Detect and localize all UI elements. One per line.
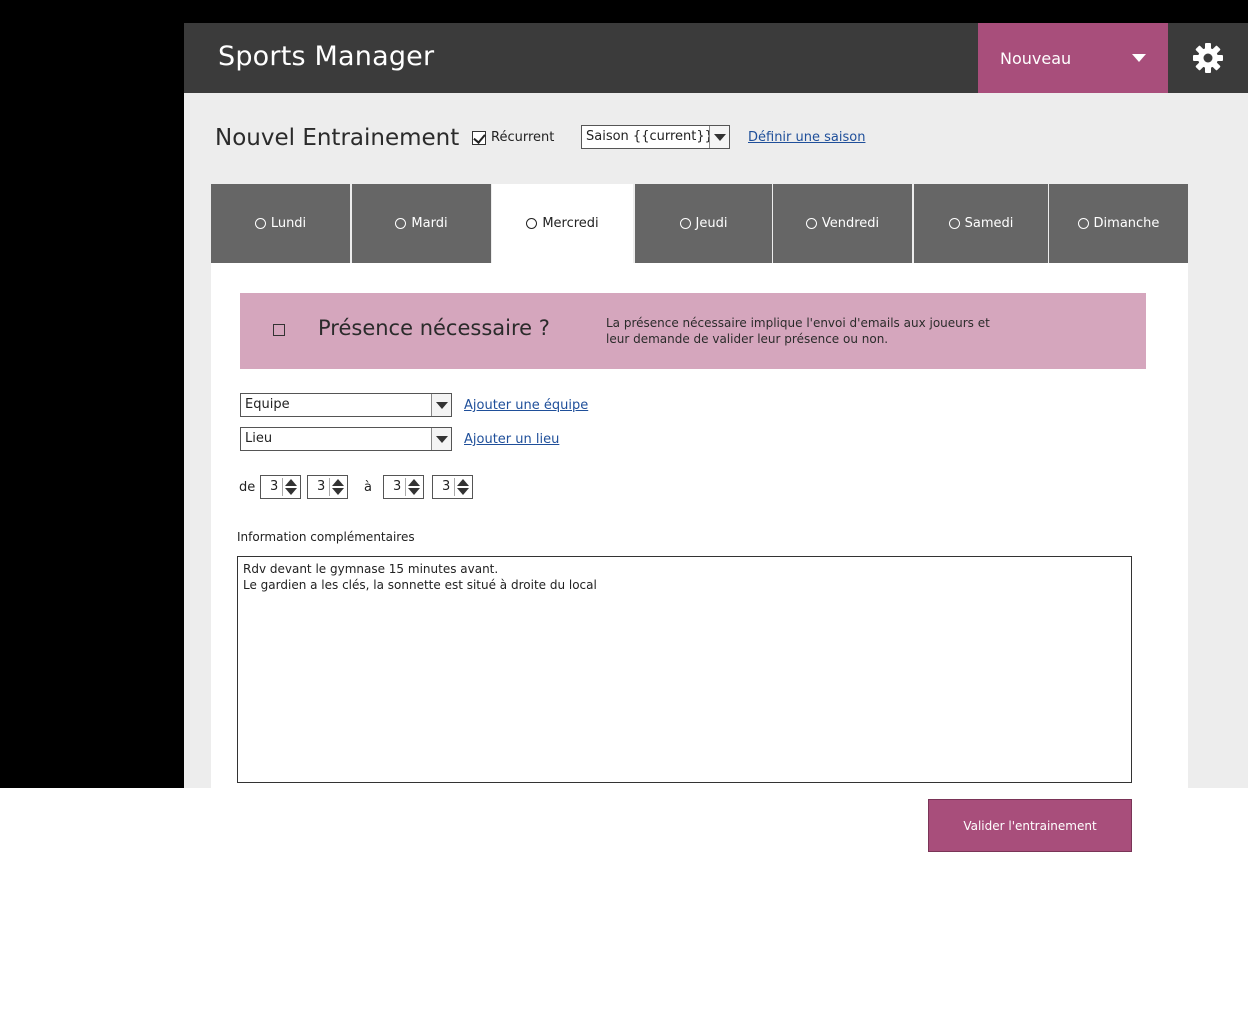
presence-checkbox[interactable]: [273, 324, 285, 336]
radio-icon[interactable]: [679, 218, 691, 229]
from-label: de: [239, 480, 256, 495]
info-textarea[interactable]: Rdv devant le gymnase 15 minutes avant. …: [237, 556, 1132, 783]
dropdown-arrow-icon[interactable]: [709, 126, 729, 148]
tab-label: Mercredi: [542, 216, 599, 231]
tab-vendredi[interactable]: Vendredi: [773, 184, 912, 263]
day-tabs: Lundi Mardi Mercredi Jeudi Vendredi Same…: [211, 184, 1188, 263]
info-label: Information complémentaires: [237, 530, 415, 544]
radio-icon[interactable]: [805, 218, 817, 229]
from-minute-stepper[interactable]: 3: [307, 475, 348, 499]
spinner-arrows-icon[interactable]: [454, 478, 470, 496]
stepper-value: 3: [442, 479, 451, 494]
spinner-arrows-icon[interactable]: [405, 478, 421, 496]
main-panel: Nouvel Entrainement Récurrent Saison {{c…: [184, 93, 1248, 788]
radio-icon[interactable]: [395, 218, 407, 229]
place-select-value: Lieu: [245, 431, 273, 446]
tab-label: Mardi: [411, 216, 448, 231]
to-minute-stepper[interactable]: 3: [432, 475, 473, 499]
radio-icon[interactable]: [254, 218, 266, 229]
team-select[interactable]: Equipe: [240, 393, 452, 417]
tab-label: Dimanche: [1093, 216, 1160, 231]
spinner-arrows-icon[interactable]: [329, 478, 345, 496]
from-hour-stepper[interactable]: 3: [260, 475, 301, 499]
tab-label: Vendredi: [821, 216, 880, 231]
tab-label: Samedi: [964, 216, 1014, 231]
stepper-value: 3: [270, 479, 279, 494]
recurrent-checkbox[interactable]: Récurrent: [472, 130, 554, 145]
recurrent-label: Récurrent: [491, 130, 555, 145]
define-season-link[interactable]: Définir une saison: [748, 130, 865, 145]
checkbox-checked-icon[interactable]: [472, 130, 486, 145]
new-dropdown-button[interactable]: Nouveau: [978, 23, 1168, 93]
spinner-arrows-icon[interactable]: [282, 478, 298, 496]
add-place-link[interactable]: Ajouter un lieu: [464, 432, 559, 447]
to-label: à: [364, 480, 372, 495]
page-title: Nouvel Entrainement: [215, 125, 460, 151]
new-button-label: Nouveau: [1000, 49, 1072, 68]
tab-mercredi[interactable]: Mercredi: [492, 184, 633, 263]
app-title: Sports Manager: [218, 41, 435, 72]
presence-question: Présence nécessaire ?: [318, 316, 550, 340]
tab-mardi[interactable]: Mardi: [352, 184, 491, 263]
place-select[interactable]: Lieu: [240, 427, 452, 451]
tab-samedi[interactable]: Samedi: [914, 184, 1048, 263]
submit-training-button[interactable]: Valider l'entrainement: [928, 799, 1132, 852]
radio-icon[interactable]: [1077, 218, 1089, 229]
season-select-value: Saison {{current}}: [586, 129, 713, 144]
presence-banner: Présence nécessaire ? La présence nécess…: [240, 293, 1146, 369]
radio-icon[interactable]: [526, 218, 538, 229]
tab-dimanche[interactable]: Dimanche: [1049, 184, 1188, 263]
stepper-value: 3: [317, 479, 326, 494]
dropdown-arrow-icon[interactable]: [431, 428, 451, 450]
tab-label: Jeudi: [695, 216, 728, 231]
app-header: Sports Manager Nouveau: [184, 23, 1248, 93]
dropdown-arrow-icon[interactable]: [431, 394, 451, 416]
tab-label: Lundi: [270, 216, 307, 231]
gear-icon[interactable]: [1192, 42, 1224, 74]
add-team-link[interactable]: Ajouter une équipe: [464, 398, 588, 413]
stepper-value: 3: [393, 479, 402, 494]
tab-lundi[interactable]: Lundi: [211, 184, 350, 263]
tab-jeudi[interactable]: Jeudi: [635, 184, 772, 263]
presence-description: La présence nécessaire implique l'envoi …: [606, 316, 990, 346]
chevron-down-icon: [1132, 54, 1146, 62]
radio-icon[interactable]: [948, 218, 960, 229]
season-select[interactable]: Saison {{current}}: [581, 125, 730, 149]
tab-content: Présence nécessaire ? La présence nécess…: [211, 263, 1188, 788]
team-select-value: Equipe: [245, 397, 290, 412]
to-hour-stepper[interactable]: 3: [383, 475, 424, 499]
